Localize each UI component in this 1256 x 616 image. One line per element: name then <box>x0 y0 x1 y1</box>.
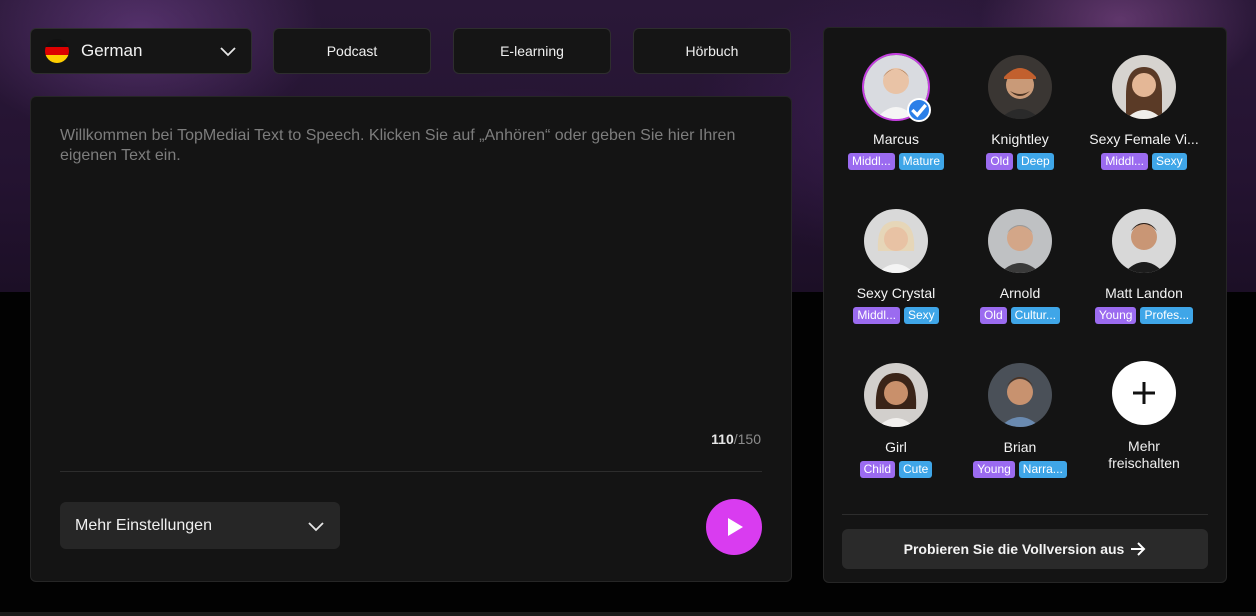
try-full-version-button[interactable]: Probieren Sie die Vollversion aus <box>842 529 1208 569</box>
voice-name: Brian <box>1003 439 1037 455</box>
voice-tag: Middl... <box>1101 153 1148 170</box>
play-icon <box>728 518 743 536</box>
voice-list-panel: Marcus Middl... Mature Knightley Old Dee… <box>823 27 1227 583</box>
avatar <box>864 363 928 427</box>
voice-card-arnold[interactable]: Arnold Old Cultur... <box>958 209 1082 324</box>
voice-name: Sexy Female Vi... <box>1089 131 1199 147</box>
voice-card-marcus[interactable]: Marcus Middl... Mature <box>834 55 958 170</box>
arrow-right-icon <box>1131 542 1146 556</box>
voice-tag: Middl... <box>853 307 900 324</box>
avatar <box>864 55 931 122</box>
language-select[interactable]: German <box>30 28 252 74</box>
voice-name: Matt Landon <box>1105 285 1183 301</box>
language-label: German <box>81 41 143 60</box>
voice-tag: Young <box>1094 307 1137 324</box>
voice-name: Girl <box>885 439 907 455</box>
voice-tag: Deep <box>1017 153 1054 170</box>
voice-card-girl[interactable]: Girl Child Cute <box>834 363 958 478</box>
voice-tag: Old <box>979 307 1007 324</box>
chevron-down-icon <box>220 47 236 57</box>
voice-tag: Young <box>973 461 1015 478</box>
tab-podcast[interactable]: Podcast <box>273 28 431 74</box>
avatar <box>1112 209 1176 273</box>
character-max: /150 <box>733 431 761 447</box>
character-counter: 110/150 <box>711 431 761 447</box>
play-button[interactable] <box>706 499 762 555</box>
plus-icon <box>1112 361 1176 425</box>
unlock-more-label: Mehr freischalten <box>1082 438 1206 472</box>
voice-tag: Middl... <box>847 153 895 170</box>
voice-tag: Narra... <box>1018 461 1067 478</box>
voice-name: Marcus <box>873 131 919 147</box>
try-full-version-label: Probieren Sie die Vollversion aus <box>903 541 1125 557</box>
voice-card-brian[interactable]: Brian Young Narra... <box>958 363 1082 478</box>
more-settings-dropdown[interactable]: Mehr Einstellungen <box>60 502 340 549</box>
voice-name: Sexy Crystal <box>856 285 936 301</box>
text-input-placeholder[interactable]: Willkommen bei TopMediai Text to Speech.… <box>60 126 750 166</box>
character-count: 110 <box>711 431 734 447</box>
avatar <box>864 209 928 273</box>
voice-tag: Mature <box>898 153 945 170</box>
voice-tag: Child <box>859 461 895 478</box>
voice-card-knightley[interactable]: Knightley Old Deep <box>958 55 1082 170</box>
voice-card-sexy-female[interactable]: Sexy Female Vi... Middl... Sexy <box>1082 55 1206 170</box>
unlock-more-line1: Mehr <box>1128 438 1160 454</box>
voice-tag: Sexy <box>1152 153 1187 170</box>
voice-card-sexy-crystal[interactable]: Sexy Crystal Middl... Sexy <box>834 209 958 324</box>
avatar <box>1112 55 1176 119</box>
avatar <box>988 55 1052 119</box>
voice-tag: Old <box>986 153 1013 170</box>
avatar <box>988 209 1052 273</box>
tab-e-learning[interactable]: E-learning <box>453 28 611 74</box>
voice-tag: Profes... <box>1140 307 1194 324</box>
voice-tag: Cute <box>899 461 933 478</box>
more-settings-label: Mehr Einstellungen <box>75 516 212 534</box>
voice-card-matt-landon[interactable]: Matt Landon Young Profes... <box>1082 209 1206 324</box>
germany-flag-icon <box>45 39 69 63</box>
bottom-divider <box>0 612 1256 616</box>
voice-panel-divider <box>842 514 1208 515</box>
voice-name: Arnold <box>999 285 1041 301</box>
unlock-more-voices[interactable]: Mehr freischalten <box>1082 361 1206 472</box>
unlock-more-line2: freischalten <box>1108 455 1180 471</box>
voice-name: Knightley <box>991 131 1049 147</box>
tab-hoerbuch[interactable]: Hörbuch <box>633 28 791 74</box>
editor-divider <box>60 471 762 472</box>
text-editor-panel[interactable]: Willkommen bei TopMediai Text to Speech.… <box>30 96 792 582</box>
voice-tag: Sexy <box>904 307 939 324</box>
avatar <box>988 363 1052 427</box>
selected-check-icon <box>907 98 931 122</box>
voice-tag: Cultur... <box>1010 307 1061 324</box>
chevron-down-icon <box>308 521 324 531</box>
